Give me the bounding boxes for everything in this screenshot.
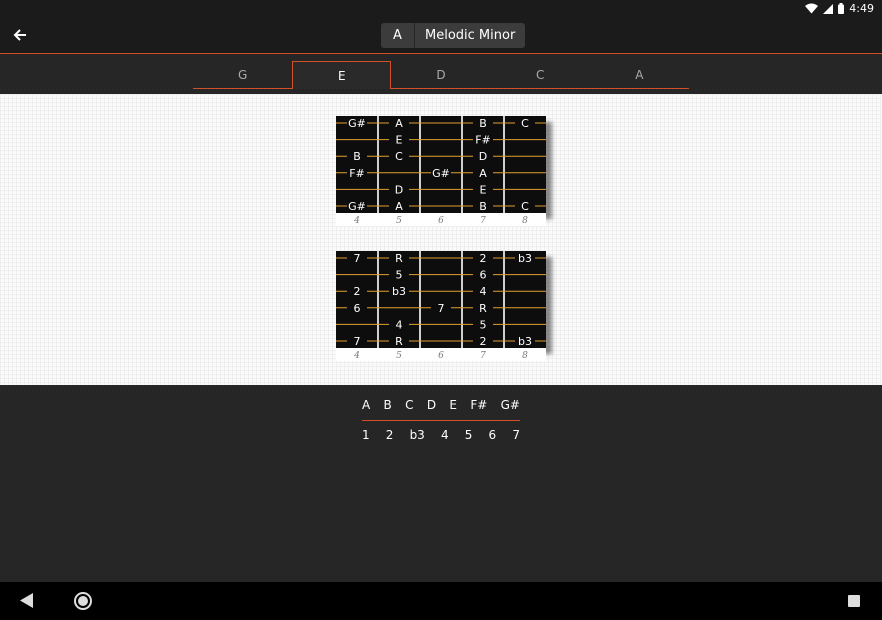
fret-note: 7 — [354, 252, 361, 265]
fret-note: E — [396, 134, 403, 147]
fret-note: 7 — [354, 335, 361, 348]
fret-note: F# — [475, 134, 491, 147]
fret-note: D — [479, 150, 487, 163]
fret-number: 5 — [396, 216, 402, 226]
fret-note: R — [479, 302, 487, 315]
summary-note: A — [362, 398, 371, 412]
fret-note: A — [479, 167, 487, 180]
summary-interval: 5 — [464, 428, 473, 442]
summary-interval: 2 — [385, 428, 394, 442]
nav-home-icon[interactable] — [74, 592, 92, 610]
fret-number: 4 — [353, 351, 360, 361]
fret-note: F# — [349, 167, 365, 180]
fret-note: A — [395, 200, 403, 213]
fret-note: b3 — [518, 252, 532, 265]
fret-note: E — [480, 183, 487, 196]
arrow-left-icon — [13, 27, 27, 46]
shape-tabs: GEDCA — [193, 61, 689, 89]
fret-note: G# — [432, 167, 450, 180]
fret-note: 4 — [396, 318, 403, 331]
summary-interval: 6 — [488, 428, 497, 442]
summary-note: G# — [500, 398, 520, 412]
summary-notes-row: A B C D E F# G# — [362, 398, 520, 412]
tab-g[interactable]: G — [193, 61, 292, 89]
fret-note: C — [521, 200, 529, 213]
notes-fretboard: 4 5 6 7 8 G# A B C E F# B C D F# G# A D E G# A B C — [336, 116, 546, 226]
intervals-fretboard: 4 5 6 7 8 7 R 2 b3 5 6 2 b3 4 6 7 R 4 5 7 R 2 b3 — [336, 251, 546, 361]
fretboard-background — [336, 116, 546, 213]
wifi-icon — [805, 3, 819, 14]
scale-button[interactable]: Melodic Minor — [415, 23, 525, 48]
fret-note: 5 — [480, 318, 487, 331]
fret-note: 2 — [354, 285, 361, 298]
tab-d[interactable]: D — [391, 61, 490, 89]
fret-note: 6 — [480, 269, 487, 282]
fret-note: 4 — [480, 285, 487, 298]
fret-note: B — [479, 117, 487, 130]
status-time: 4:49 — [849, 2, 874, 15]
fret-note: C — [395, 150, 403, 163]
summary-note: D — [426, 398, 437, 412]
fret-note: 7 — [438, 302, 445, 315]
fret-note: G# — [348, 117, 366, 130]
fret-number: 7 — [480, 351, 486, 361]
fret-note: 6 — [354, 302, 361, 315]
fret-note: b3 — [392, 285, 406, 298]
fret-number: 5 — [396, 351, 402, 361]
summary-interval: 7 — [512, 428, 520, 442]
scale-summary: A B C D E F# G# 1 2 b3 4 5 6 7 — [362, 398, 520, 442]
fret-number: 4 — [353, 216, 360, 226]
tab-e[interactable]: E — [292, 61, 392, 89]
shape-tabs-area: GEDCA — [0, 55, 882, 94]
summary-interval: 4 — [440, 428, 449, 442]
fret-note: R — [395, 335, 403, 348]
fret-number: 8 — [522, 216, 528, 226]
fret-number: 6 — [438, 216, 444, 226]
summary-note: B — [383, 398, 392, 412]
battery-icon — [838, 3, 845, 14]
summary-divider — [362, 420, 520, 421]
summary-note: C — [405, 398, 414, 412]
key-button[interactable]: A — [381, 23, 415, 48]
nav-back-icon[interactable] — [20, 593, 34, 612]
summary-interval: b3 — [409, 428, 425, 442]
fret-number: 6 — [438, 351, 444, 361]
summary-note: F# — [470, 398, 488, 412]
fret-note: b3 — [518, 335, 532, 348]
fret-note: A — [395, 117, 403, 130]
status-bar: 4:49 — [0, 0, 882, 18]
fret-note: B — [479, 200, 487, 213]
app-screen: 4:49 A Melodic Minor GEDCA 4 5 6 7 8 G# A B C E F#… — [0, 0, 882, 620]
fretboard-area: 4 5 6 7 8 G# A B C E F# B C D F# G# A D E G# A B C 4 5 6 7 8 7 R 2 b3 5… — [0, 94, 882, 385]
fret-note: C — [521, 117, 529, 130]
fret-note: G# — [348, 200, 366, 213]
summary-note: E — [449, 398, 457, 412]
fret-note: D — [395, 183, 403, 196]
fret-note: 2 — [480, 335, 487, 348]
toolbar: A Melodic Minor — [0, 18, 882, 54]
tab-c[interactable]: C — [491, 61, 590, 89]
summary-interval: 1 — [362, 428, 370, 442]
fret-number: 8 — [522, 351, 528, 361]
nav-recents-icon[interactable] — [848, 595, 860, 607]
back-button[interactable] — [8, 24, 32, 48]
tab-a[interactable]: A — [590, 61, 689, 89]
fretboard-background — [336, 251, 546, 348]
fret-note: B — [353, 150, 361, 163]
fret-note: 2 — [480, 252, 487, 265]
fret-note: 5 — [396, 269, 403, 282]
summary-intervals-row: 1 2 b3 4 5 6 7 — [362, 428, 520, 442]
fret-number: 7 — [480, 216, 486, 226]
scale-selector: A Melodic Minor — [381, 23, 526, 48]
navigation-bar — [0, 582, 882, 620]
signal-icon — [823, 3, 834, 14]
fret-note: R — [395, 252, 403, 265]
